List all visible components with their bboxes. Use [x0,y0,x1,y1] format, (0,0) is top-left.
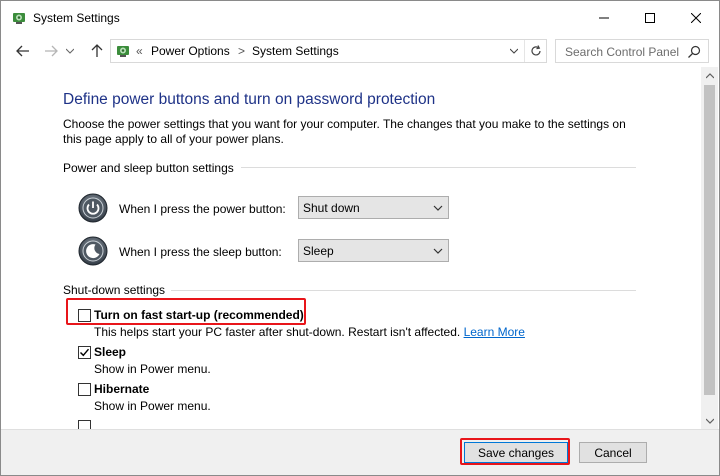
breadcrumb-power-options[interactable]: Power Options [151,44,230,58]
power-group-label: Power and sleep button settings [63,161,234,175]
power-button-action-value: Shut down [303,201,360,215]
chevron-down-icon [705,418,714,424]
fast-startup-description-text: This helps start your PC faster after sh… [94,325,464,339]
save-changes-button[interactable]: Save changes [464,442,568,463]
breadcrumb-arrow[interactable]: > [238,44,245,58]
minimize-button[interactable] [581,1,627,35]
maximize-icon [645,13,655,23]
chevron-down-icon [510,48,518,54]
maximize-button[interactable] [627,1,673,35]
title-bar: System Settings [1,1,719,35]
chevron-down-icon [433,248,443,254]
breadcrumb-system-settings[interactable]: System Settings [252,44,339,58]
control-panel-icon [117,46,129,57]
refresh-icon [530,45,541,56]
hibernate-checkbox[interactable] [78,383,91,396]
shutdown-group-label: Shut-down settings [63,283,166,297]
vertical-scrollbar[interactable] [701,67,718,429]
fast-startup-label[interactable]: Turn on fast start-up (recommended) [94,308,304,322]
breadcrumb-overflow[interactable]: « [136,44,143,58]
power-button-label: When I press the power button: [119,202,286,216]
refresh-button[interactable] [524,40,546,62]
sleep-button-action-value: Sleep [303,244,334,258]
system-settings-window: System Settings « Power Options > System… [0,0,720,476]
address-dropdown-button[interactable] [505,40,523,62]
sleep-button-icon [78,236,108,266]
scrollbar-thumb[interactable] [704,85,715,395]
sleep-label[interactable]: Sleep [94,345,126,359]
hibernate-label[interactable]: Hibernate [94,382,149,396]
footer-bar: Save changes Cancel [1,429,719,475]
chevron-down-icon [66,48,74,54]
minimize-icon [599,17,609,19]
sleep-button-label: When I press the sleep button: [119,245,282,259]
scroll-up-button[interactable] [701,67,718,84]
control-panel-icon [13,13,25,24]
search-placeholder: Search Control Panel [565,45,680,59]
arrow-up-icon [91,44,103,57]
lock-checkbox[interactable] [78,420,91,429]
checkmark-icon [80,348,90,357]
fast-startup-description: This helps start your PC faster after sh… [94,325,525,339]
chevron-up-icon [705,72,714,78]
search-input[interactable]: Search Control Panel [555,39,709,63]
power-button-action-select[interactable]: Shut down [298,196,449,219]
page-description: Choose the power settings that you want … [63,117,626,146]
main-content: Define power buttons and turn on passwor… [1,67,701,429]
search-icon[interactable] [686,44,702,60]
page-title: Define power buttons and turn on passwor… [63,91,436,108]
window-title: System Settings [33,11,120,25]
hibernate-description: Show in Power menu. [94,399,211,413]
group-divider [241,167,636,168]
sleep-description: Show in Power menu. [94,362,211,376]
fast-startup-checkbox[interactable] [78,309,91,322]
arrow-left-icon [16,45,29,57]
close-button[interactable] [673,1,719,35]
address-bar[interactable]: « Power Options > System Settings [110,39,547,63]
recent-locations-button[interactable] [63,41,77,61]
sleep-checkbox[interactable] [78,346,91,359]
learn-more-link[interactable]: Learn More [464,325,525,339]
back-button[interactable] [13,41,33,61]
power-button-icon [78,193,108,223]
up-button[interactable] [87,41,107,61]
arrow-right-icon [45,45,58,57]
group-divider [171,290,636,291]
forward-button[interactable] [41,41,61,61]
cancel-button[interactable]: Cancel [579,442,647,463]
navigation-bar: « Power Options > System Settings Search… [1,35,719,67]
scroll-down-button[interactable] [701,412,718,429]
close-icon [691,13,701,23]
sleep-button-action-select[interactable]: Sleep [298,239,449,262]
chevron-down-icon [433,205,443,211]
